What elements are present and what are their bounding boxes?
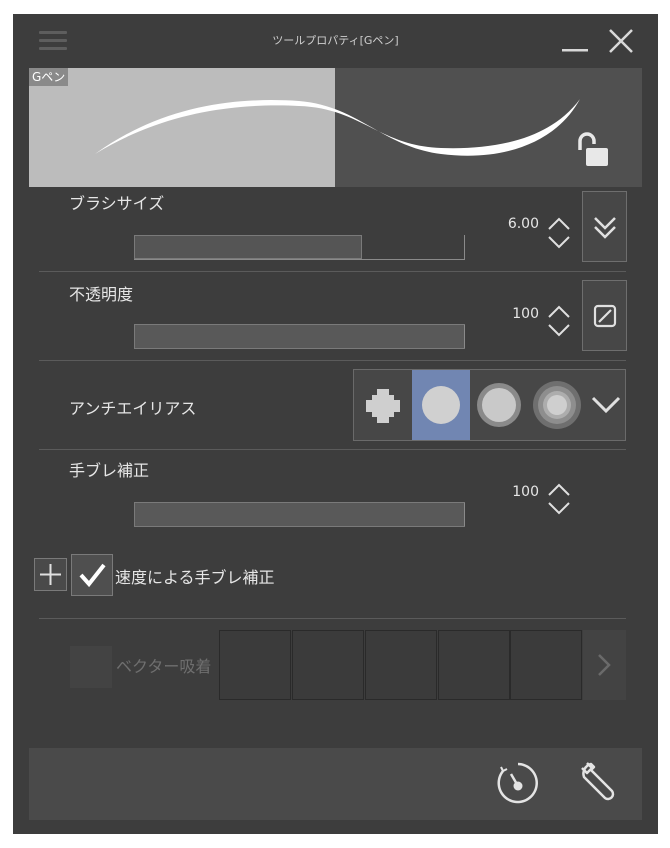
close-icon[interactable]: [606, 26, 636, 56]
chevron-right-icon: [598, 654, 611, 676]
antialias-weak-icon: [422, 386, 460, 424]
bottom-toolbar: [29, 748, 642, 820]
brush-stroke-preview: Gペン: [29, 68, 642, 187]
unlock-icon[interactable]: [572, 130, 614, 170]
brush-name-tag: Gペン: [29, 68, 69, 86]
vector-snap-option[interactable]: [438, 630, 510, 700]
vector-snap-option[interactable]: [292, 630, 364, 700]
pressure-toggle-button[interactable]: [582, 191, 627, 262]
stabilization-slider[interactable]: [134, 502, 465, 527]
speed-stabilization-label: 速度による手ブレ補正: [115, 568, 275, 587]
speed-stabilization-checkbox[interactable]: [71, 554, 113, 596]
wrench-icon[interactable]: [578, 760, 624, 806]
vector-snap-more-button[interactable]: [583, 630, 626, 700]
opacity-spinner-icon[interactable]: [546, 303, 572, 339]
clock-reset-icon[interactable]: [495, 760, 541, 806]
antialias-none-option[interactable]: [354, 370, 412, 440]
divider: [39, 271, 626, 272]
antialias-weak-option[interactable]: [412, 370, 470, 440]
opacity-reset-button[interactable]: [582, 280, 627, 351]
opacity-value[interactable]: 100: [483, 306, 539, 322]
stroke-sample: [95, 99, 580, 156]
antialias-strong-icon: [533, 381, 581, 429]
antialias-selector: [353, 369, 626, 441]
brush-size-spinner-icon[interactable]: [546, 215, 572, 251]
antialias-none-icon: [366, 389, 400, 423]
vector-snap-checkbox[interactable]: [70, 646, 112, 688]
antialias-label: アンチエイリアス: [69, 399, 197, 418]
checkmark-icon: [79, 563, 106, 588]
slash-square-icon: [593, 304, 617, 328]
stabilization-slider-fill: [135, 503, 465, 526]
chevron-down-icon[interactable]: [590, 390, 622, 420]
vector-snap-option[interactable]: [510, 630, 582, 700]
opacity-slider-fill: [135, 325, 465, 348]
vector-snap-label: ベクター吸着: [116, 657, 212, 676]
expand-button[interactable]: [34, 558, 67, 591]
vector-snap-option[interactable]: [219, 630, 291, 700]
brush-size-slider-fill: [134, 235, 362, 259]
brush-size-slider[interactable]: [134, 235, 465, 260]
divider: [39, 618, 626, 619]
antialias-strong-option[interactable]: [528, 370, 586, 440]
divider: [39, 449, 626, 450]
opacity-label: 不透明度: [69, 285, 134, 304]
antialias-medium-option[interactable]: [470, 370, 528, 440]
stabilization-spinner-icon[interactable]: [546, 481, 572, 517]
brush-size-value[interactable]: 6.00: [483, 216, 539, 232]
tool-property-panel: ツールプロパティ[Gペン] Gペン ブラシサイズ 6.00 不透明度 100 ア…: [13, 14, 658, 834]
vector-snap-option[interactable]: [365, 630, 437, 700]
plus-icon: [40, 564, 61, 585]
antialias-medium-icon: [477, 383, 521, 427]
divider: [39, 360, 626, 361]
double-chevron-down-icon: [594, 217, 616, 239]
opacity-slider[interactable]: [134, 324, 465, 349]
stabilization-value[interactable]: 100: [483, 484, 539, 500]
brush-size-label: ブラシサイズ: [69, 194, 165, 213]
stabilization-label: 手ブレ補正: [69, 461, 150, 480]
minimize-icon[interactable]: [560, 26, 590, 56]
